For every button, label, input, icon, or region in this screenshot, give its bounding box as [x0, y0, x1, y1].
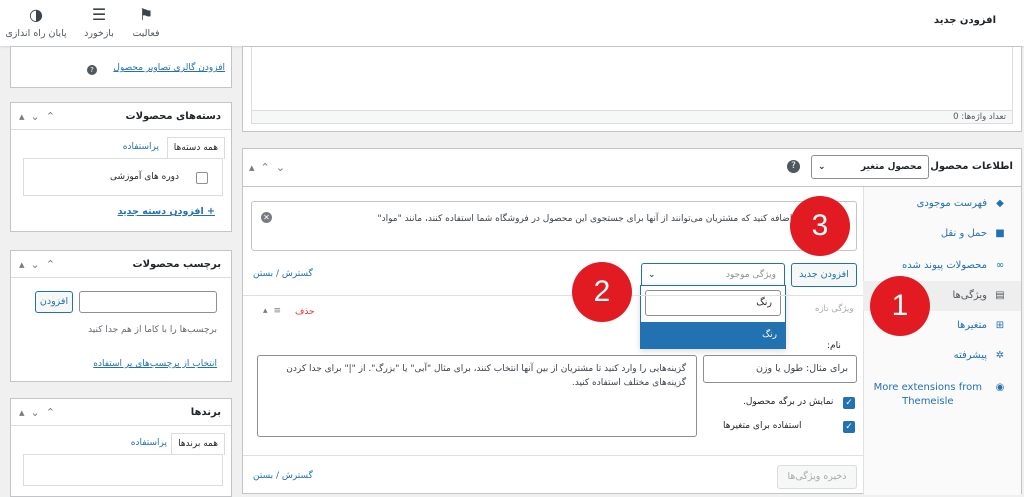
finish-setup-label: پایان راه اندازی [5, 28, 67, 39]
tab-popular-brands[interactable]: پراستفاده [131, 438, 167, 448]
tags-title: برچسب محصولات [132, 259, 221, 270]
tab-popular-categories[interactable]: پراستفاده [123, 142, 159, 152]
existing-attribute-placeholder: ویژگی موجود [725, 270, 776, 280]
divider [11, 129, 231, 130]
attribute-name-input[interactable]: برای مثال: طول یا وزن [703, 355, 857, 383]
editor-box: تعداد واژه‌ها: 0 [242, 46, 1022, 132]
chevron-down-icon: ⌄ [648, 270, 656, 280]
notice-text: ویژگی‌هایی را اضافه کنید که مشتریان می‌ت… [377, 214, 846, 224]
box-controls[interactable]: ▴⌃⌄ [249, 161, 291, 174]
brands-box: برندها ▴⌄⌃ همه برندها پراستفاده [10, 398, 232, 497]
category-item-label: دوره های آموزشی [110, 172, 180, 182]
product-type-value: محصول متغیر [860, 162, 922, 172]
editor-textarea[interactable] [251, 47, 1013, 111]
expand-collapse-link[interactable]: گسترش / بستن [253, 269, 313, 279]
expand-collapse-link-bottom[interactable]: گسترش / بستن [253, 471, 313, 481]
dropdown-option-color[interactable]: رنگ [641, 322, 785, 348]
tab-inventory[interactable]: ◆ فهرست موجودی [863, 189, 1021, 219]
tab-more-extensions[interactable]: ◉ More extensions from Themeisle [863, 375, 1021, 417]
new-attribute-label: ویژگی تازه [815, 304, 854, 314]
tab-shipping[interactable]: ■ حمل و نقل [863, 219, 1021, 249]
product-data-header: اطلاعات محصول — محصول متغیر ⌄ ? ▴⌃⌄ [243, 149, 1021, 187]
divider [11, 425, 231, 426]
box-controls[interactable]: ▴⌄⌃ [19, 406, 61, 419]
shipping-icon: ■ [995, 228, 1005, 239]
divider [11, 277, 231, 278]
add-tag-button[interactable]: افزودن [35, 291, 73, 313]
tab-shipping-label: حمل و نقل [940, 228, 987, 239]
attribute-values-textarea[interactable]: گزینه‌هایی را وارد کنید تا مشتریان از بی… [257, 355, 697, 437]
annotation-marker-3: 3 [790, 196, 850, 256]
link-icon: ∞ [995, 260, 1005, 271]
help-icon[interactable]: ? [87, 65, 97, 75]
tab-all-brands[interactable]: همه برندها [171, 433, 225, 455]
plugin-icon: ◉ [995, 382, 1005, 393]
brands-title: برندها [190, 407, 221, 418]
gear-icon: ✲ [995, 350, 1005, 361]
finish-setup-icon: ◑ [29, 5, 43, 24]
annotation-marker-2: 2 [572, 262, 632, 322]
finish-setup-button[interactable]: ◑ پایان راه اندازی [0, 5, 76, 40]
box-controls[interactable]: ▴⌄⌃ [19, 258, 61, 271]
tab-inventory-label: فهرست موجودی [916, 198, 987, 209]
chevron-down-icon: ⌄ [818, 162, 826, 172]
categories-list: دوره های آموزشی [23, 158, 223, 196]
choose-tags-link[interactable]: انتخاب از برچسب‌های پر استفاده [93, 359, 217, 369]
used-for-variations-checkbox[interactable]: ✓ [843, 421, 855, 433]
add-gallery-link[interactable]: افزودن گالری تصاویر محصول [113, 63, 225, 73]
add-category-link[interactable]: + افزودن دسته جدید [118, 206, 215, 217]
gallery-box: افزودن گالری تصاویر محصول ? [10, 46, 232, 88]
used-for-variations-label: استفاده برای متغیرها [723, 421, 802, 431]
page-title: افزودن جدید [933, 15, 996, 26]
annotation-marker-1: 1 [870, 276, 930, 336]
divider [243, 295, 863, 296]
tab-variations-label: متغیرها [956, 320, 987, 331]
tab-linked-label: محصولات پیوند شده [902, 260, 987, 271]
categories-box: دسته‌های محصولات ▴⌄⌃ همه دسته‌ها پراستفا… [10, 102, 232, 232]
tags-box: برچسب محصولات ▴⌄⌃ افزودن برچسب‌ها را با … [10, 250, 232, 382]
feedback-label: بازخورد [84, 28, 114, 39]
name-label: نام: [827, 341, 841, 351]
existing-attribute-select[interactable]: ویژگی موجود ⌄ [641, 263, 785, 287]
delete-attribute-link[interactable]: حذف [295, 307, 315, 317]
product-data-title: اطلاعات محصول — [916, 161, 1013, 172]
tab-linked-products[interactable]: ∞ محصولات پیوند شده [863, 251, 1021, 281]
dismiss-icon[interactable]: ✕ [261, 212, 272, 223]
tab-all-categories[interactable]: همه دسته‌ها [166, 137, 225, 159]
attributes-icon: ▤ [995, 290, 1005, 301]
save-attributes-button[interactable]: ذخیره ویژگی‌ها [777, 465, 857, 489]
tab-advanced-label: پیشرفته [953, 350, 987, 361]
tag-input[interactable] [79, 291, 217, 313]
visible-on-product-label: نمایش در برگه محصول. [743, 397, 834, 407]
top-bar: افزودن جدید ⚑ فعالیت ☰ بازخورد ◑ پایان ر… [0, 0, 1024, 46]
product-type-select[interactable]: محصول متغیر ⌄ [811, 155, 929, 179]
category-checkbox[interactable] [196, 172, 208, 184]
attributes-notice: ویژگی‌هایی را اضافه کنید که مشتریان می‌ت… [251, 201, 857, 251]
word-count: تعداد واژه‌ها: 0 [251, 110, 1013, 124]
inventory-icon: ◆ [996, 198, 1004, 209]
product-data-tabs: ◆ فهرست موجودی ■ حمل و نقل ∞ محصولات پیوند … [863, 187, 1021, 495]
divider [243, 455, 863, 456]
brands-list [23, 454, 223, 486]
tab-advanced[interactable]: ✲ پیشرفته [863, 341, 1021, 371]
tags-hint: برچسب‌ها را با کاما از هم جدا کنید [88, 325, 217, 335]
box-controls[interactable]: ▴⌄⌃ [19, 110, 61, 123]
help-icon[interactable]: ? [787, 160, 800, 173]
tab-attributes-label: ویژگی‌ها [952, 290, 987, 301]
dropdown-search-input[interactable]: رنگ [645, 290, 781, 316]
add-new-attribute-button[interactable]: افزودن جدید [791, 263, 857, 287]
visible-on-product-checkbox[interactable]: ✓ [843, 397, 855, 409]
variations-icon: ⊞ [995, 320, 1005, 331]
attribute-row-controls[interactable]: ▴≡ [263, 306, 287, 316]
categories-title: دسته‌های محصولات [125, 111, 221, 122]
tab-more-extensions-label: More extensions from Themeisle [873, 382, 982, 407]
